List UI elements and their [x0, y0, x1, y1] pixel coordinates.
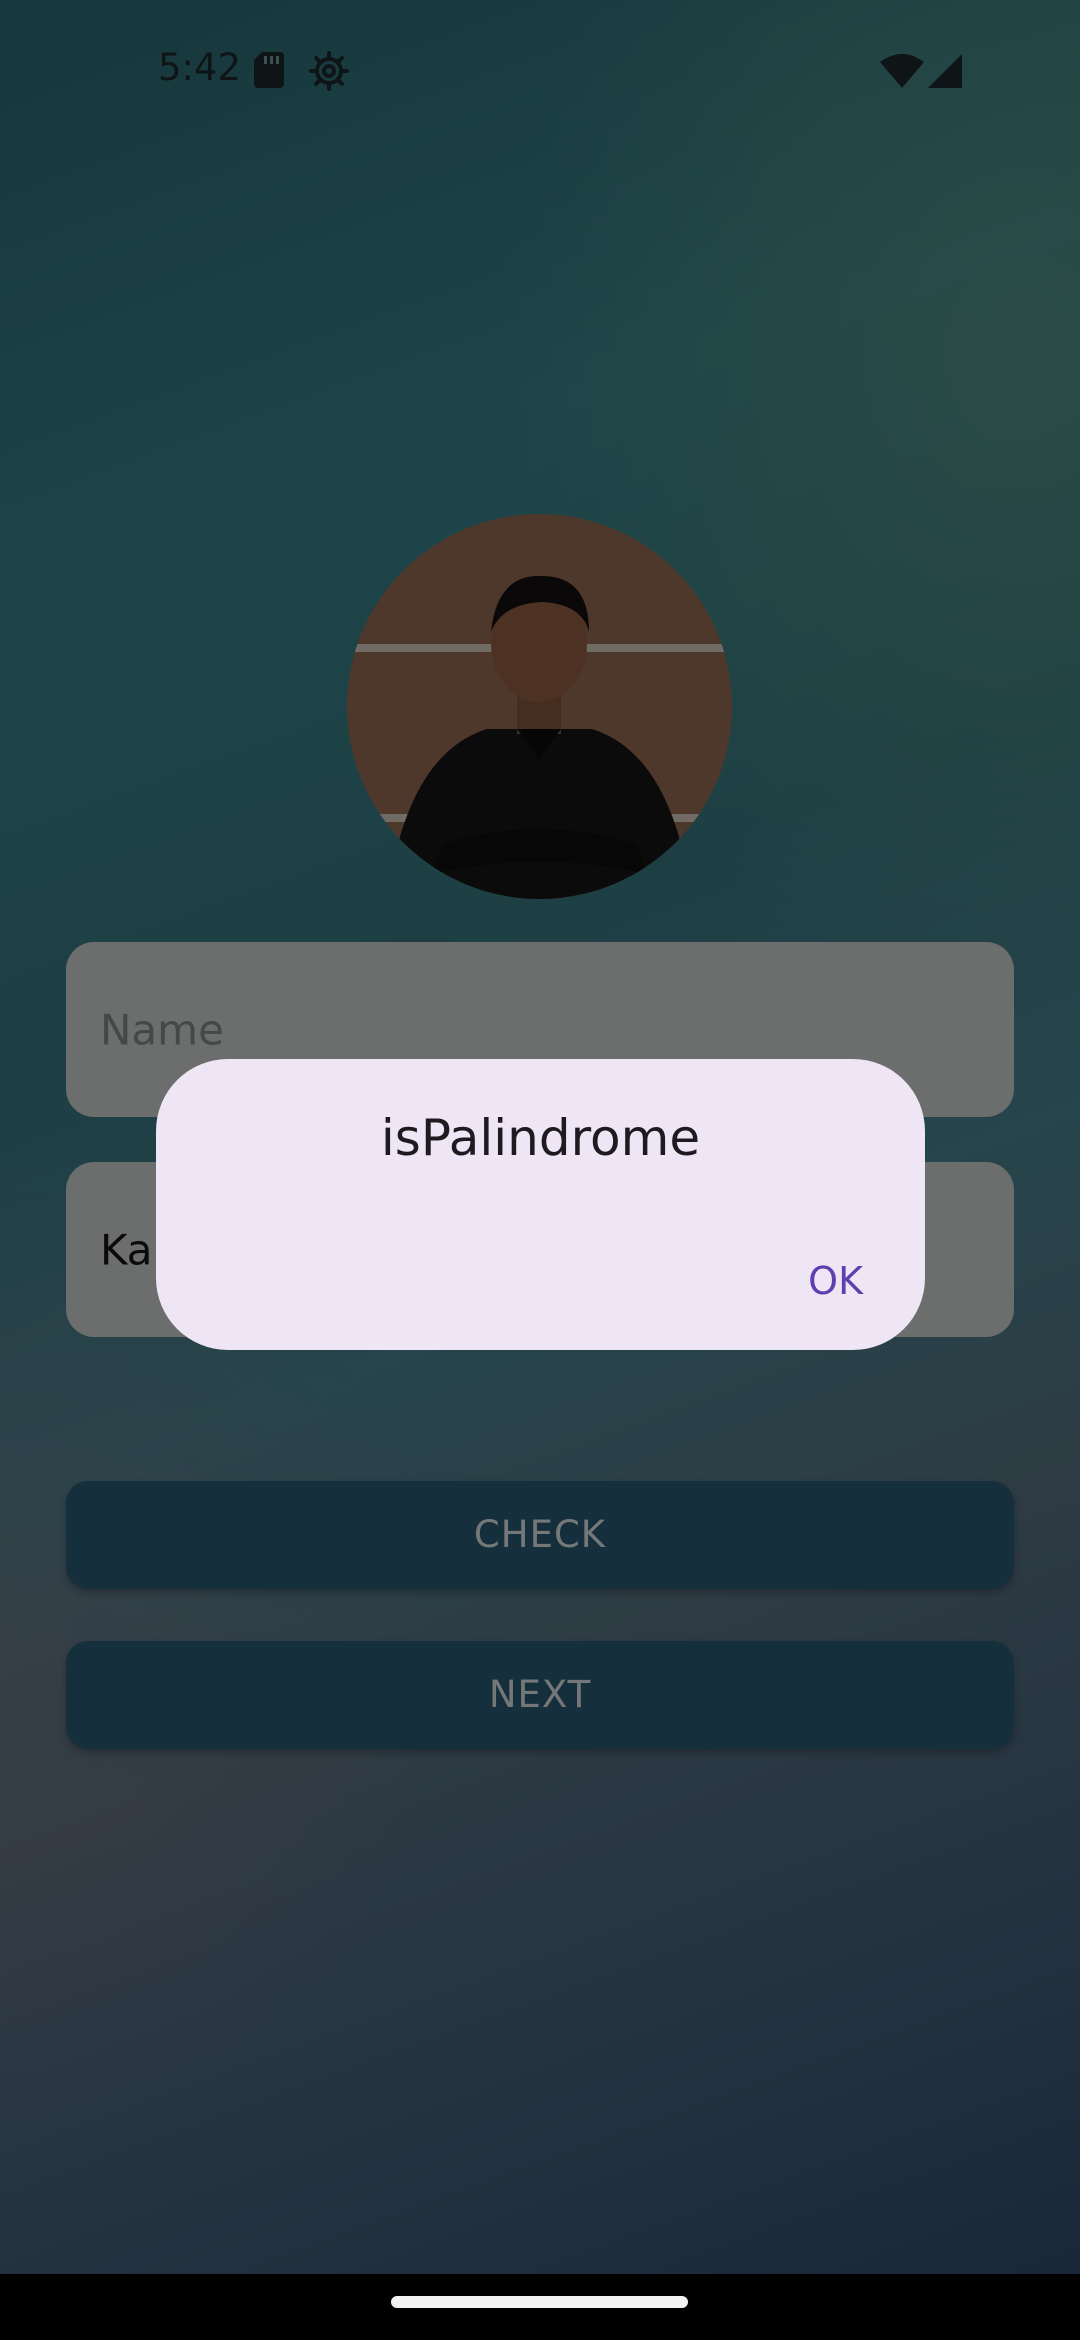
navigation-bar [0, 2274, 1080, 2340]
home-indicator[interactable] [391, 2296, 688, 2308]
palindrome-dialog: isPalindrome OK [156, 1059, 925, 1350]
dialog-title: isPalindrome [380, 1109, 701, 1167]
ok-button[interactable]: OK [808, 1259, 863, 1303]
app-screen: 5:42 [0, 0, 1080, 2340]
